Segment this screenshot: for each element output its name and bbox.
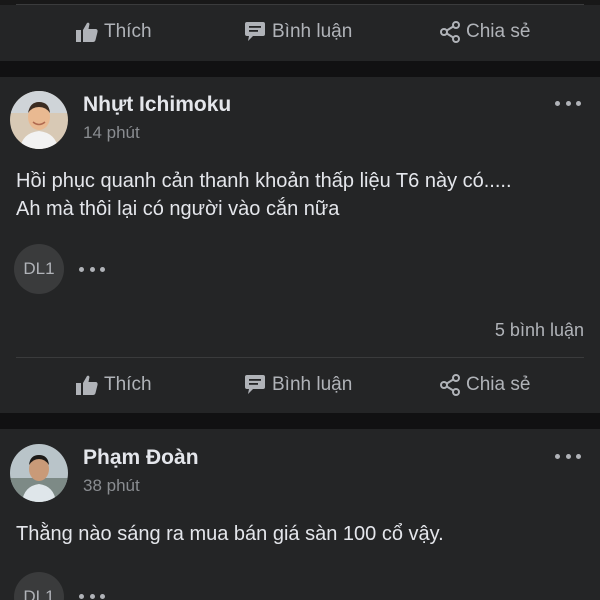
- share-button[interactable]: Chia sẻ: [440, 374, 530, 396]
- more-reactors-icon[interactable]: [79, 265, 105, 273]
- share-label: Chia sẻ: [466, 21, 531, 42]
- post-card: Nhựt Ichimoku 14 phút Hồi phục quanh cản…: [0, 77, 600, 413]
- like-button[interactable]: Thích: [76, 21, 152, 43]
- reactor-avatar[interactable]: DL1: [14, 572, 64, 600]
- share-icon: [440, 21, 460, 43]
- reactor-avatar[interactable]: DL1: [14, 244, 64, 294]
- post-author[interactable]: Nhựt Ichimoku: [83, 93, 231, 117]
- post-divider: [16, 357, 584, 358]
- post-text-line: Hồi phục quanh cản thanh khoản thấp liệu…: [16, 170, 512, 192]
- like-label: Thích: [104, 374, 152, 395]
- like-label: Thích: [104, 21, 152, 42]
- comment-label: Bình luận: [272, 21, 353, 42]
- thumbs-up-icon: [76, 22, 98, 42]
- post-text-line: Ah mà thôi lại có người vào cắn nữa: [16, 198, 340, 220]
- avatar[interactable]: [10, 444, 68, 502]
- more-options-icon[interactable]: [555, 98, 581, 108]
- feed-gap: [0, 413, 600, 429]
- post-text: Hồi phục quanh cản thanh khoản thấp liệu…: [16, 167, 584, 223]
- post-card: Phạm Đoàn 38 phút Thằng nào sáng ra mua …: [0, 429, 600, 600]
- feed-gap: [0, 61, 600, 77]
- more-options-icon[interactable]: [555, 451, 581, 461]
- post-author[interactable]: Phạm Đoàn: [83, 446, 199, 470]
- comment-label: Bình luận: [272, 374, 353, 395]
- post-time[interactable]: 14 phút: [83, 123, 140, 143]
- thumbs-up-icon: [76, 375, 98, 395]
- comment-bubble-icon: [245, 375, 265, 394]
- share-label: Chia sẻ: [466, 374, 531, 395]
- post-text: Thằng nào sáng ra mua bán giá sàn 100 cổ…: [16, 520, 584, 548]
- comment-button[interactable]: Bình luận: [244, 21, 352, 43]
- post-time[interactable]: 38 phút: [83, 476, 140, 496]
- avatar[interactable]: [10, 91, 68, 149]
- comment-count[interactable]: 5 bình luận: [495, 320, 584, 341]
- comment-button[interactable]: Bình luận: [244, 374, 352, 396]
- more-reactors-icon[interactable]: [79, 592, 105, 600]
- comment-bubble-icon: [245, 22, 265, 41]
- post-text-line: Thằng nào sáng ra mua bán giá sàn 100 cổ…: [16, 523, 444, 545]
- top-action-bar: Thích Bình luận Chia sẻ: [0, 5, 600, 61]
- share-button[interactable]: Chia sẻ: [440, 21, 530, 43]
- share-icon: [440, 374, 460, 396]
- like-button[interactable]: Thích: [76, 374, 152, 396]
